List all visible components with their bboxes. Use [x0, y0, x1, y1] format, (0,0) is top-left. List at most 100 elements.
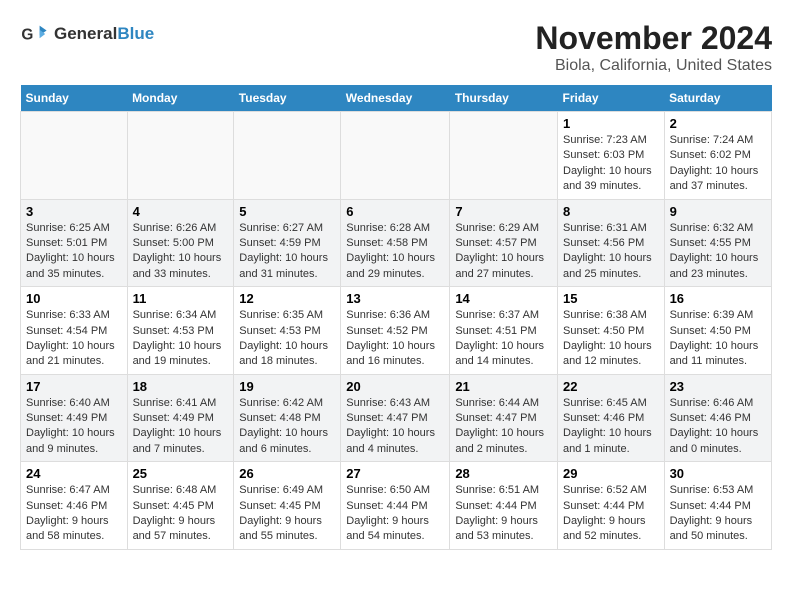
calendar-cell: 18 Sunrise: 6:41 AM Sunset: 4:49 PM Dayli…	[127, 374, 234, 462]
calendar-cell: 11 Sunrise: 6:34 AM Sunset: 4:53 PM Dayli…	[127, 287, 234, 375]
day-info: Sunrise: 7:23 AM Sunset: 6:03 PM Dayligh…	[563, 133, 659, 195]
title-block: November 2024 Biola, California, United …	[535, 20, 772, 75]
calendar-cell	[341, 112, 450, 200]
calendar-cell: 25 Sunrise: 6:48 AM Sunset: 4:45 PM Dayli…	[127, 462, 234, 550]
header-monday: Monday	[127, 85, 234, 112]
day-number: 3	[26, 204, 122, 219]
day-info: Sunrise: 6:52 AM Sunset: 4:44 PM Dayligh…	[563, 483, 659, 545]
calendar-cell: 19Sunrise: 6:42 AM Sunset: 4:48 PM Dayli…	[234, 374, 341, 462]
day-info: Sunrise: 6:29 AM Sunset: 4:57 PM Dayligh…	[455, 221, 552, 283]
day-number: 20	[346, 379, 444, 394]
calendar-cell: 2 Sunrise: 7:24 AM Sunset: 6:02 PM Daylig…	[664, 112, 771, 200]
day-number: 24	[26, 466, 122, 481]
calendar-cell: 27 Sunrise: 6:50 AM Sunset: 4:44 PM Dayli…	[341, 462, 450, 550]
day-number: 9	[670, 204, 766, 219]
calendar-cell: 24 Sunrise: 6:47 AM Sunset: 4:46 PM Dayli…	[21, 462, 128, 550]
header-friday: Friday	[558, 85, 665, 112]
day-info: Sunrise: 6:39 AM Sunset: 4:50 PM Dayligh…	[670, 308, 766, 370]
calendar-cell	[450, 112, 558, 200]
day-info: Sunrise: 6:40 AM Sunset: 4:49 PM Dayligh…	[26, 396, 122, 458]
day-info: Sunrise: 6:31 AM Sunset: 4:56 PM Dayligh…	[563, 221, 659, 283]
day-info: Sunrise: 6:26 AM Sunset: 5:00 PM Dayligh…	[133, 221, 229, 283]
calendar-cell	[234, 112, 341, 200]
day-info: Sunrise: 6:33 AM Sunset: 4:54 PM Dayligh…	[26, 308, 122, 370]
calendar-cell: 7Sunrise: 6:29 AM Sunset: 4:57 PM Daylig…	[450, 199, 558, 287]
day-info: Sunrise: 6:32 AM Sunset: 4:55 PM Dayligh…	[670, 221, 766, 283]
day-info: Sunrise: 6:34 AM Sunset: 4:53 PM Dayligh…	[133, 308, 229, 370]
day-number: 4	[133, 204, 229, 219]
calendar-cell: 12 Sunrise: 6:35 AM Sunset: 4:53 PM Dayli…	[234, 287, 341, 375]
calendar-cell: 3 Sunrise: 6:25 AM Sunset: 5:01 PM Daylig…	[21, 199, 128, 287]
calendar-week-1: 1 Sunrise: 7:23 AM Sunset: 6:03 PM Daylig…	[21, 112, 772, 200]
calendar-cell: 14 Sunrise: 6:37 AM Sunset: 4:51 PM Dayli…	[450, 287, 558, 375]
page-title: November 2024	[535, 20, 772, 57]
day-info: Sunrise: 6:35 AM Sunset: 4:53 PM Dayligh…	[239, 308, 335, 370]
calendar-cell	[127, 112, 234, 200]
calendar-cell: 13Sunrise: 6:36 AM Sunset: 4:52 PM Dayli…	[341, 287, 450, 375]
day-number: 17	[26, 379, 122, 394]
day-number: 11	[133, 291, 229, 306]
day-info: Sunrise: 6:25 AM Sunset: 5:01 PM Dayligh…	[26, 221, 122, 283]
header-tuesday: Tuesday	[234, 85, 341, 112]
day-info: Sunrise: 6:46 AM Sunset: 4:46 PM Dayligh…	[670, 396, 766, 458]
day-number: 18	[133, 379, 229, 394]
calendar-cell: 8 Sunrise: 6:31 AM Sunset: 4:56 PM Daylig…	[558, 199, 665, 287]
calendar-cell: 23 Sunrise: 6:46 AM Sunset: 4:46 PM Dayli…	[664, 374, 771, 462]
day-number: 22	[563, 379, 659, 394]
calendar-week-3: 10Sunrise: 6:33 AM Sunset: 4:54 PM Dayli…	[21, 287, 772, 375]
day-info: Sunrise: 6:28 AM Sunset: 4:58 PM Dayligh…	[346, 221, 444, 283]
day-info: Sunrise: 6:50 AM Sunset: 4:44 PM Dayligh…	[346, 483, 444, 545]
day-number: 23	[670, 379, 766, 394]
calendar-cell: 20 Sunrise: 6:43 AM Sunset: 4:47 PM Dayli…	[341, 374, 450, 462]
day-info: Sunrise: 6:42 AM Sunset: 4:48 PM Dayligh…	[239, 396, 335, 458]
day-number: 29	[563, 466, 659, 481]
calendar-week-4: 17 Sunrise: 6:40 AM Sunset: 4:49 PM Dayli…	[21, 374, 772, 462]
day-info: Sunrise: 6:27 AM Sunset: 4:59 PM Dayligh…	[239, 221, 335, 283]
logo: G GeneralBlue	[20, 20, 154, 48]
day-info: Sunrise: 6:41 AM Sunset: 4:49 PM Dayligh…	[133, 396, 229, 458]
day-info: Sunrise: 6:43 AM Sunset: 4:47 PM Dayligh…	[346, 396, 444, 458]
day-info: Sunrise: 6:44 AM Sunset: 4:47 PM Dayligh…	[455, 396, 552, 458]
day-number: 21	[455, 379, 552, 394]
logo-icon: G	[20, 20, 48, 48]
day-number: 5	[239, 204, 335, 219]
day-info: Sunrise: 6:49 AM Sunset: 4:45 PM Dayligh…	[239, 483, 335, 545]
logo-blue: Blue	[117, 24, 154, 43]
day-info: Sunrise: 6:51 AM Sunset: 4:44 PM Dayligh…	[455, 483, 552, 545]
calendar-cell: 28Sunrise: 6:51 AM Sunset: 4:44 PM Dayli…	[450, 462, 558, 550]
calendar-table: SundayMondayTuesdayWednesdayThursdayFrid…	[20, 85, 772, 550]
day-number: 14	[455, 291, 552, 306]
calendar-cell: 29 Sunrise: 6:52 AM Sunset: 4:44 PM Dayli…	[558, 462, 665, 550]
calendar-cell: 30 Sunrise: 6:53 AM Sunset: 4:44 PM Dayli…	[664, 462, 771, 550]
day-info: Sunrise: 6:53 AM Sunset: 4:44 PM Dayligh…	[670, 483, 766, 545]
day-info: Sunrise: 7:24 AM Sunset: 6:02 PM Dayligh…	[670, 133, 766, 195]
header-thursday: Thursday	[450, 85, 558, 112]
calendar-cell: 6Sunrise: 6:28 AM Sunset: 4:58 PM Daylig…	[341, 199, 450, 287]
day-number: 30	[670, 466, 766, 481]
calendar-header-row: SundayMondayTuesdayWednesdayThursdayFrid…	[21, 85, 772, 112]
page-subtitle: Biola, California, United States	[535, 57, 772, 75]
day-number: 8	[563, 204, 659, 219]
day-info: Sunrise: 6:45 AM Sunset: 4:46 PM Dayligh…	[563, 396, 659, 458]
day-number: 12	[239, 291, 335, 306]
day-number: 27	[346, 466, 444, 481]
day-info: Sunrise: 6:38 AM Sunset: 4:50 PM Dayligh…	[563, 308, 659, 370]
day-info: Sunrise: 6:37 AM Sunset: 4:51 PM Dayligh…	[455, 308, 552, 370]
day-number: 25	[133, 466, 229, 481]
day-info: Sunrise: 6:48 AM Sunset: 4:45 PM Dayligh…	[133, 483, 229, 545]
day-info: Sunrise: 6:36 AM Sunset: 4:52 PM Dayligh…	[346, 308, 444, 370]
calendar-week-2: 3 Sunrise: 6:25 AM Sunset: 5:01 PM Daylig…	[21, 199, 772, 287]
logo-general: General	[54, 24, 117, 43]
day-number: 2	[670, 116, 766, 131]
calendar-cell: 16 Sunrise: 6:39 AM Sunset: 4:50 PM Dayli…	[664, 287, 771, 375]
day-number: 26	[239, 466, 335, 481]
calendar-cell: 15Sunrise: 6:38 AM Sunset: 4:50 PM Dayli…	[558, 287, 665, 375]
day-info: Sunrise: 6:47 AM Sunset: 4:46 PM Dayligh…	[26, 483, 122, 545]
day-number: 1	[563, 116, 659, 131]
header-wednesday: Wednesday	[341, 85, 450, 112]
header-saturday: Saturday	[664, 85, 771, 112]
day-number: 16	[670, 291, 766, 306]
svg-text:G: G	[21, 27, 33, 44]
calendar-cell: 22 Sunrise: 6:45 AM Sunset: 4:46 PM Dayli…	[558, 374, 665, 462]
calendar-cell	[21, 112, 128, 200]
